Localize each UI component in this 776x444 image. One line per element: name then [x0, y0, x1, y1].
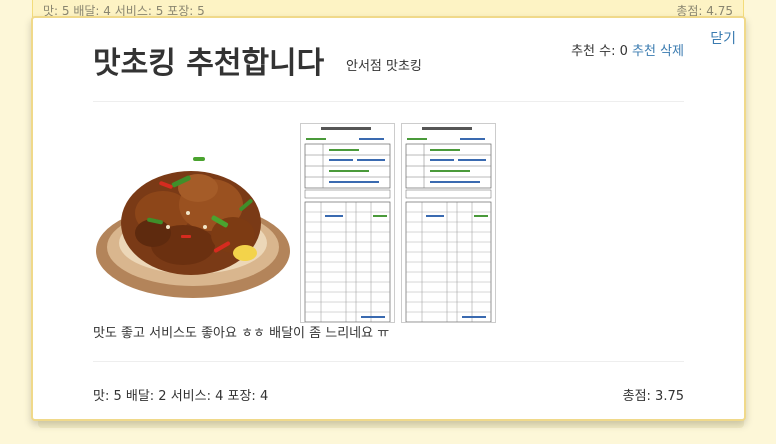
recommend-area: 추천 수: 0 추천 삭제	[571, 40, 684, 59]
close-button[interactable]: 닫기	[710, 28, 736, 48]
review-text: 맛도 좋고 서비스도 좋아요 ㅎㅎ 배달이 좀 느리네요 ㅠ	[93, 326, 390, 341]
store-name: 안서점 맛초킹	[346, 59, 422, 74]
receipt-image[interactable]	[401, 123, 496, 323]
receipt-image[interactable]	[300, 123, 395, 323]
recommend-count: 추천 수: 0	[571, 44, 628, 59]
divider	[93, 361, 684, 362]
divider	[93, 101, 684, 102]
total-score: 총점: 3.75	[622, 389, 684, 404]
score-breakdown: 맛: 5 배달: 2 서비스: 4 포장: 4	[93, 389, 269, 404]
delete-recommend-link[interactable]: 추천 삭제	[632, 44, 684, 59]
review-title: 맛초킹 추천합니다	[93, 46, 325, 81]
review-modal: 닫기 맛초킹 추천합니다 안서점 맛초킹 추천 수: 0 추천 삭제 맛도 좋고…	[31, 16, 746, 421]
fried-chicken-image[interactable]	[93, 123, 295, 323]
